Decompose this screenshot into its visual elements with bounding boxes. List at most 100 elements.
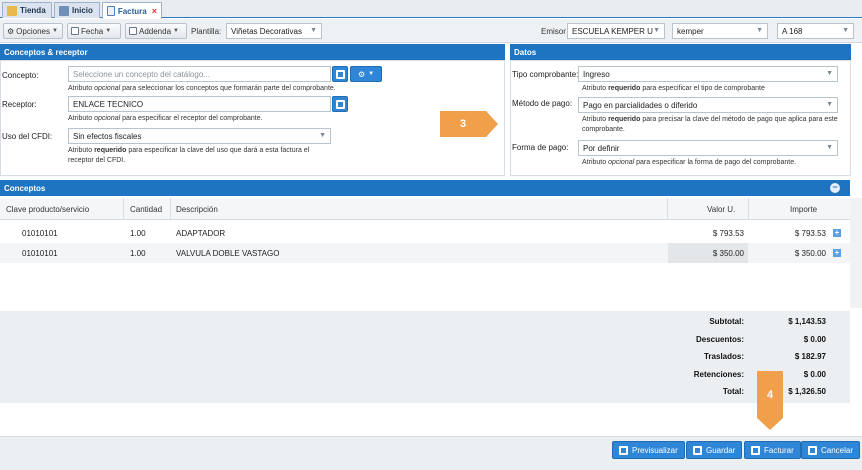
callout-4: 4: [757, 371, 783, 418]
store-icon: [7, 5, 17, 16]
chevron-down-icon: ▼: [842, 27, 849, 34]
col-header-valor[interactable]: Valor U.: [707, 205, 735, 214]
table-scrollbar[interactable]: [850, 198, 862, 308]
receiver-input[interactable]: ENLACE TECNICO: [68, 96, 331, 112]
close-icon[interactable]: ×: [152, 6, 157, 16]
expand-row-icon[interactable]: +: [833, 229, 841, 237]
payment-form-label: Forma de pago:: [512, 143, 569, 152]
user-select[interactable]: kemper ▼: [672, 23, 768, 39]
save-button[interactable]: Guardar: [686, 441, 743, 459]
document-icon: [335, 69, 345, 79]
chevron-down-icon: ▼: [653, 27, 660, 34]
collapse-icon[interactable]: −: [830, 183, 840, 193]
issuer-select[interactable]: ESCUELA KEMPER U ▼: [567, 23, 665, 39]
home-icon: [59, 5, 69, 16]
chevron-down-icon: ▼: [756, 27, 763, 34]
table-header: Clave producto/servicio Cantidad Descrip…: [0, 198, 850, 220]
callout-4-number: 4: [766, 388, 774, 401]
totals-panel: Subtotal: $ 1,143.53 Descuentos: $ 0.00 …: [0, 311, 850, 403]
invoice-label: Facturar: [764, 445, 794, 455]
cell-importe: $ 350.00: [794, 249, 826, 258]
cell-valor: $ 350.00: [712, 249, 744, 258]
addenda-icon: [129, 27, 137, 35]
tab-label: Tienda: [20, 6, 46, 15]
save-icon: [693, 445, 702, 455]
hint-text: Atributo: [68, 147, 95, 154]
preview-button[interactable]: Previsualizar: [612, 441, 685, 459]
payment-form-select[interactable]: Por definir ▼: [578, 140, 838, 156]
payment-form-hint: Atributo opcional para especificar la fo…: [582, 158, 844, 168]
gear-icon: ⚙: [357, 69, 366, 79]
chevron-down-icon: ▼: [826, 144, 833, 151]
concept-hint: Atributo opcional para seleccionar los c…: [68, 84, 398, 94]
toolbar: ⚙ Opciones ▼ Fecha ▼ Addenda ▼ Plantilla…: [0, 19, 862, 43]
col-header-clave[interactable]: Clave producto/servicio: [6, 205, 89, 214]
concepts-receiver-header: Conceptos & receptor: [0, 44, 505, 60]
cancel-button[interactable]: Cancelar: [801, 441, 861, 459]
column-divider: [170, 198, 171, 220]
chevron-down-icon: ▼: [105, 28, 112, 34]
addenda-button[interactable]: Addenda ▼: [125, 23, 187, 39]
concept-input[interactable]: Seleccione un concepto del catálogo...: [68, 66, 331, 82]
date-button[interactable]: Fecha ▼: [67, 23, 121, 39]
voucher-type-hint: Atributo requerido para especificar el t…: [582, 84, 842, 94]
concept-settings-button[interactable]: ⚙ ▼: [350, 66, 382, 82]
column-divider: [667, 198, 668, 220]
payment-method-select[interactable]: Pago en parcialidades o diferido ▼: [578, 97, 838, 113]
addenda-label: Addenda: [139, 26, 172, 36]
hint-text: Atributo: [68, 115, 95, 122]
callout-4-arrow: [757, 418, 783, 430]
cell-descripcion: VALVULA DOBLE VASTAGO: [176, 249, 280, 258]
voucher-type-select[interactable]: Ingreso ▼: [578, 66, 838, 82]
table-row[interactable]: 01010101 1.00 ADAPTADOR $ 793.53 $ 793.5…: [0, 223, 850, 243]
chevron-down-icon: ▼: [310, 27, 317, 34]
chevron-down-icon: ▼: [173, 28, 179, 34]
cfdi-use-hint: Atributo requerido para especificar la c…: [68, 146, 328, 166]
cfdi-use-select[interactable]: Sin efectos fiscales ▼: [68, 128, 331, 144]
invoice-button[interactable]: Facturar: [744, 441, 801, 459]
payment-method-hint: Atributo requerido para precisar la clav…: [582, 115, 844, 135]
cell-valor: $ 793.53: [712, 229, 744, 238]
options-button[interactable]: ⚙ Opciones ▼: [3, 23, 63, 39]
hint-text: Atributo: [582, 116, 609, 123]
cancel-label: Cancelar: [821, 445, 854, 455]
issuer-value: ESCUELA KEMPER U: [572, 26, 653, 36]
withholdings-label: Retenciones:: [693, 370, 744, 379]
chevron-down-icon: ▼: [368, 71, 375, 77]
transfers-value: $ 182.97: [794, 352, 826, 361]
col-header-importe[interactable]: Importe: [790, 205, 817, 214]
tab-inicio[interactable]: Inicio: [54, 2, 100, 18]
receiver-lookup-button[interactable]: [332, 96, 348, 112]
tab-label: Inicio: [72, 6, 93, 15]
tab-tienda[interactable]: Tienda: [2, 2, 52, 18]
col-header-cantidad[interactable]: Cantidad: [130, 205, 162, 214]
preview-label: Previsualizar: [632, 445, 678, 455]
transfers-label: Traslados:: [703, 352, 744, 361]
callout-3: 3: [440, 111, 486, 137]
cfdi-use-value: Sin efectos fiscales: [73, 131, 142, 141]
payment-method-value: Pago en parcialidades o diferido: [583, 100, 698, 110]
payment-method-label: Método de pago:: [512, 99, 573, 108]
receiver-hint: Atributo opcional para especificar el re…: [68, 114, 398, 124]
hint-strong: requerido: [608, 85, 641, 92]
tab-factura[interactable]: Factura ×: [102, 2, 162, 19]
hint-text: Atributo: [68, 85, 95, 92]
series-select[interactable]: A 168 ▼: [777, 23, 854, 39]
options-label: Opciones: [16, 26, 50, 36]
total-value: $ 1,326.50: [788, 387, 826, 396]
user-value: kemper: [677, 26, 704, 36]
chevron-down-icon: ▼: [51, 28, 58, 34]
hint-emphasis: opcional: [608, 159, 635, 166]
concept-catalog-button[interactable]: [332, 66, 348, 82]
voucher-type-label: Tipo comprobante:: [512, 70, 579, 79]
col-header-descripcion[interactable]: Descripción: [176, 205, 218, 214]
cancel-icon: [808, 445, 817, 455]
expand-row-icon[interactable]: +: [833, 249, 841, 257]
template-select[interactable]: Viñetas Decorativas ▼: [226, 23, 322, 39]
total-label: Total:: [722, 387, 744, 396]
footer-bar: Previsualizar Guardar Facturar Cancelar: [0, 436, 862, 470]
subtotal-value: $ 1,143.53: [788, 317, 826, 326]
hint-emphasis: opcional: [94, 85, 121, 92]
table-row[interactable]: 01010101 1.00 VALVULA DOBLE VASTAGO $ 35…: [0, 243, 850, 263]
concepts-header: Conceptos: [0, 180, 850, 196]
